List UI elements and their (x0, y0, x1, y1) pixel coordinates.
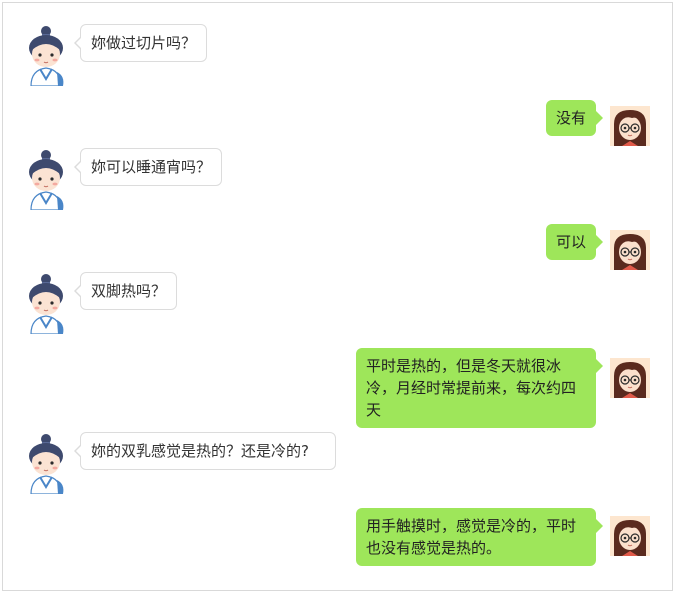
outgoing-message-bubble: 可以 (545, 224, 604, 260)
doctor-avatar-icon (25, 272, 67, 334)
incoming-message-bubble: 妳可以睡通宵吗？ (73, 148, 223, 186)
incoming-message-bubble: 双脚热吗？ (73, 272, 178, 310)
patient-avatar-icon (610, 358, 650, 398)
patient-avatar-icon (610, 516, 650, 556)
chat-transcript: 妳做过切片吗？ 没有 妳可以睡通宵吗？ 可以 双脚热吗？ 平时是热的，但是冬天就… (2, 2, 673, 591)
outgoing-message-bubble: 没有 (545, 100, 604, 136)
doctor-avatar-icon (25, 432, 67, 494)
incoming-message-bubble: 妳做过切片吗？ (73, 24, 208, 62)
patient-avatar-icon (610, 106, 650, 146)
outgoing-message-bubble: 平时是热的，但是冬天就很冰冷，月经时常提前来，每次约四天 (356, 348, 603, 428)
doctor-avatar-icon (25, 148, 67, 210)
patient-avatar-icon (610, 230, 650, 270)
doctor-avatar-icon (25, 24, 67, 86)
outgoing-message-bubble: 用手触摸时，感觉是冷的，平时也没有感觉是热的。 (356, 508, 603, 566)
incoming-message-bubble: 妳的双乳感觉是热的？还是冷的? (74, 432, 336, 470)
